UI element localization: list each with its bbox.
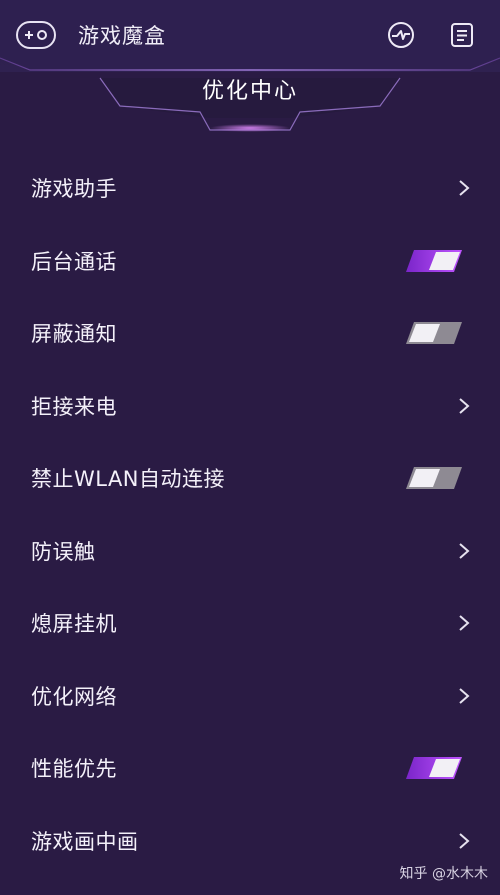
list-item[interactable]: 性能优先: [0, 732, 500, 805]
chevron-right-icon: [459, 542, 470, 559]
top-bar: 游戏魔盒: [0, 0, 500, 132]
list-item-label: 禁止WLAN自动连接: [31, 467, 226, 492]
list-item-label: 优化网络: [31, 684, 117, 709]
toggle-switch-off[interactable]: [406, 322, 462, 345]
list-item[interactable]: 游戏助手: [0, 152, 500, 225]
toggle-switch-on[interactable]: [406, 757, 462, 780]
game-box-logo-button[interactable]: [16, 21, 56, 49]
list-item[interactable]: 屏蔽通知: [0, 297, 500, 370]
list-item-label: 拒接来电: [31, 394, 117, 419]
notes-icon[interactable]: [448, 21, 476, 49]
list-item[interactable]: 禁止WLAN自动连接: [0, 442, 500, 515]
toggle-switch-off[interactable]: [406, 467, 462, 490]
chevron-right-icon: [459, 832, 470, 849]
list-item-label: 游戏助手: [31, 177, 117, 202]
game-controller-icon: [25, 30, 47, 40]
list-item[interactable]: 熄屏挂机: [0, 587, 500, 660]
list-item-label: 性能优先: [31, 757, 117, 782]
performance-icon[interactable]: [387, 21, 415, 49]
chevron-right-icon: [459, 615, 470, 632]
app-title: 游戏魔盒: [78, 24, 166, 48]
list-item-label: 防误触: [31, 539, 96, 564]
settings-list: 游戏助手 后台通话 屏蔽通知 拒接来电 禁止WLAN自动连接 防误触 熄屏挂机: [0, 152, 500, 877]
list-item[interactable]: 防误触: [0, 515, 500, 588]
chevron-right-icon: [459, 397, 470, 414]
toggle-switch-on[interactable]: [406, 249, 462, 272]
list-item[interactable]: 后台通话: [0, 225, 500, 298]
section-title: 优化中心: [201, 79, 298, 104]
list-item-label: 后台通话: [31, 249, 117, 274]
chevron-right-icon: [459, 687, 470, 704]
header-frame-decoration: [0, 0, 500, 132]
list-item-label: 熄屏挂机: [31, 612, 117, 637]
list-item-label: 游戏画中画: [31, 829, 139, 854]
list-item[interactable]: 优化网络: [0, 660, 500, 733]
watermark: 知乎 @水木木: [399, 866, 488, 882]
list-item[interactable]: 拒接来电: [0, 370, 500, 443]
list-item-label: 屏蔽通知: [31, 322, 117, 347]
chevron-right-icon: [459, 180, 470, 197]
